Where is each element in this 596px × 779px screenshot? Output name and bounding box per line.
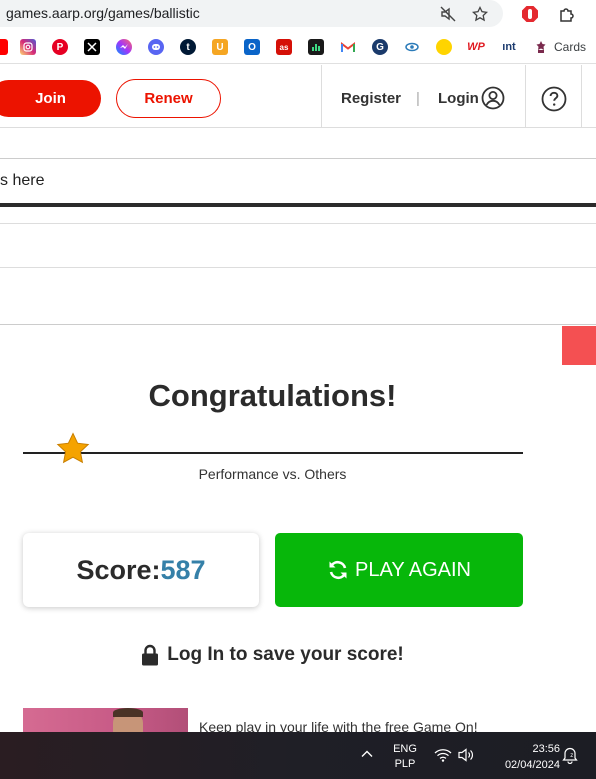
keyboard-layout: PLP: [394, 758, 416, 770]
browser-address-bar: games.aarp.org/games/ballistic: [0, 0, 596, 30]
play-again-button[interactable]: PLAY AGAIN: [275, 533, 523, 607]
omnibox[interactable]: games.aarp.org/games/ballistic: [0, 0, 503, 27]
header-divider: [321, 65, 322, 128]
youtube-icon[interactable]: [0, 39, 8, 55]
notification-bell-icon[interactable]: z: [562, 746, 578, 769]
svg-text:z: z: [570, 753, 573, 759]
register-link[interactable]: Register: [341, 90, 401, 107]
help-icon[interactable]: [541, 86, 567, 117]
link-icon[interactable]: [404, 39, 420, 55]
divider: [0, 223, 596, 224]
discord-icon[interactable]: [148, 39, 164, 55]
volume-icon[interactable]: [457, 747, 475, 768]
language-indicator[interactable]: ENG PLP: [392, 742, 418, 772]
renew-button[interactable]: Renew: [116, 79, 221, 118]
tumblr-icon[interactable]: t: [180, 39, 196, 55]
join-button[interactable]: Join: [0, 80, 101, 117]
clock-time: 23:56: [532, 743, 560, 755]
gmail-icon[interactable]: [340, 39, 356, 55]
score-card: Score: 587: [23, 533, 259, 607]
promo-person-hair: [113, 708, 143, 717]
save-score-prompt[interactable]: Log In to save your score!: [0, 644, 545, 666]
header-divider-2: [525, 65, 526, 128]
play-again-label: PLAY AGAIN: [355, 558, 471, 581]
wp-icon[interactable]: WP: [466, 39, 486, 55]
messenger-icon[interactable]: [116, 39, 132, 55]
congratulations-title: Congratulations!: [148, 378, 397, 413]
outlook-icon[interactable]: O: [244, 39, 260, 55]
lastfm-icon[interactable]: as: [276, 39, 292, 55]
news-icon[interactable]: G: [372, 39, 388, 55]
clock[interactable]: 23:56 02/04/2024: [486, 741, 560, 773]
header-separator: |: [416, 90, 420, 107]
chevron-up-icon[interactable]: [360, 747, 374, 764]
divider: [0, 267, 596, 268]
divider: [0, 158, 596, 159]
x-icon[interactable]: [84, 39, 100, 55]
u-app-icon[interactable]: U: [212, 39, 228, 55]
clock-date: 02/04/2024: [504, 759, 560, 771]
yellow-dot-icon[interactable]: [436, 39, 452, 55]
cards-bookmark-label[interactable]: Cards: [554, 40, 586, 54]
score-label: Score:: [76, 554, 161, 585]
mute-tab-icon[interactable]: [437, 3, 459, 25]
score-value: 587: [160, 554, 206, 585]
wifi-icon[interactable]: [434, 747, 452, 768]
cards-icon[interactable]: [533, 39, 549, 55]
stats-icon[interactable]: [308, 39, 324, 55]
promo-image[interactable]: [23, 708, 188, 733]
save-score-text[interactable]: Log In to save your score!: [167, 644, 404, 666]
divider: [0, 324, 596, 325]
instagram-icon[interactable]: [20, 39, 36, 55]
red-corner-badge[interactable]: [562, 326, 596, 365]
pinterest-icon[interactable]: P: [52, 39, 68, 55]
search-input[interactable]: s here: [0, 172, 44, 190]
site-header: Join Renew Register | Login: [0, 65, 596, 128]
language-code: ENG: [393, 743, 417, 755]
performance-track: [23, 452, 523, 454]
search-underline: [0, 203, 596, 207]
login-link[interactable]: Login: [438, 90, 479, 107]
adblock-extension-icon[interactable]: [519, 3, 541, 25]
extensions-icon[interactable]: [556, 3, 578, 25]
user-icon[interactable]: [481, 86, 505, 115]
lock-icon: [142, 644, 159, 666]
int-icon[interactable]: ınt: [500, 39, 518, 55]
header-divider-3: [581, 65, 582, 128]
performance-star-icon: [56, 432, 90, 464]
url-text[interactable]: games.aarp.org/games/ballistic: [6, 5, 200, 21]
bookmark-star-icon[interactable]: [469, 3, 491, 25]
refresh-icon: [329, 560, 347, 580]
performance-label: Performance vs. Others: [198, 466, 347, 482]
bookmarks-bar: P t U O as G WP ınt Cards: [0, 30, 596, 64]
